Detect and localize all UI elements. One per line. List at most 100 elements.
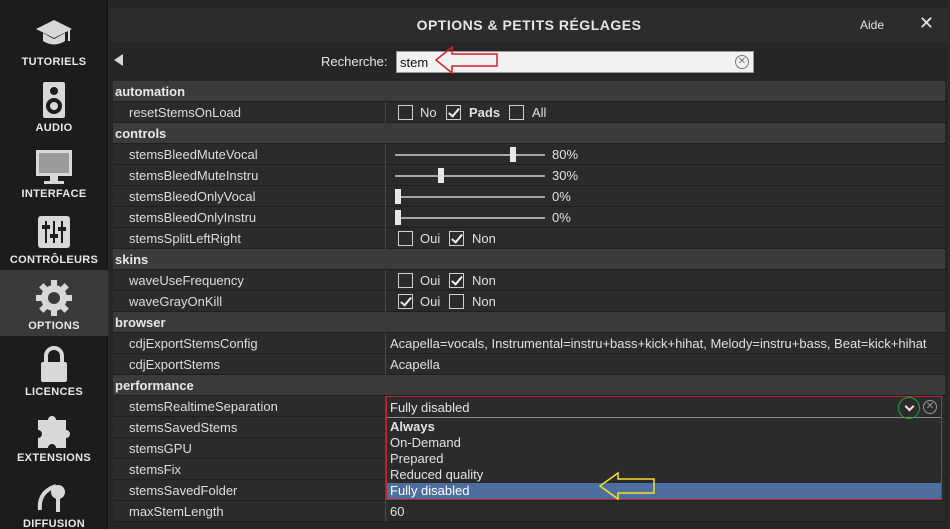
option-row-cdjExportStemsConfig: cdjExportStemsConfig Acapella=vocals, In… — [113, 333, 945, 354]
slider-track[interactable] — [395, 196, 545, 198]
option-row-stemsBleedMuteVocal: stemsBleedMuteVocal 80% — [113, 144, 945, 165]
page-title: OPTIONS & PETITS RÉGLAGES — [416, 17, 642, 33]
option-row-stemsSplitLeftRight: stemsSplitLeftRight Oui Non — [113, 228, 945, 249]
option-name: stemsRealtimeSeparation — [129, 399, 278, 414]
option-row-waveGrayOnKill: waveGrayOnKill Oui Non — [113, 291, 945, 312]
monitor-icon — [36, 150, 72, 184]
clear-search-icon[interactable]: ✕ — [735, 55, 749, 69]
checkbox-non[interactable] — [449, 294, 464, 309]
sidebar-item-extensions[interactable]: EXTENSIONS — [0, 402, 108, 468]
dropdown-option-on-demand[interactable]: On-Demand — [387, 435, 941, 451]
slider-thumb[interactable] — [395, 189, 401, 204]
checkbox-non[interactable] — [449, 273, 464, 288]
sidebar-item-label: AUDIO — [35, 122, 73, 134]
checkbox-label: Non — [472, 294, 496, 309]
section-header: browser — [113, 312, 945, 333]
option-row-cdjExportStems: cdjExportStems Acapella — [113, 354, 945, 375]
dropdown-selected-value: Fully disabled — [390, 400, 470, 415]
sidebar-item-audio[interactable]: AUDIO — [0, 72, 108, 138]
checkbox-label: Non — [472, 273, 496, 288]
checkbox-label: Oui — [420, 231, 441, 246]
checkbox-label: Non — [472, 231, 496, 246]
checkbox-oui[interactable] — [398, 231, 413, 246]
slider-track[interactable] — [395, 217, 545, 219]
sidebar: TUTORIELS AUDIO INTERFACE CONTRÔLEURS OP… — [0, 0, 108, 529]
option-row-stemsBleedOnlyVocal: stemsBleedOnlyVocal 0% — [113, 186, 945, 207]
sidebar-item-licences[interactable]: LICENCES — [0, 336, 108, 402]
slider-value: 0% — [552, 189, 571, 204]
option-row-stemsBleedMuteInstru: stemsBleedMuteInstru 30% — [113, 165, 945, 186]
dropdown-option-prepared[interactable]: Prepared — [387, 451, 941, 467]
option-name: stemsSavedFolder — [129, 483, 238, 498]
option-name: waveGrayOnKill — [129, 294, 223, 309]
checkbox-pads[interactable] — [446, 105, 461, 120]
section-header: automation — [113, 81, 945, 102]
sidebar-item-options[interactable]: OPTIONS — [0, 270, 108, 336]
section-header: performance — [113, 375, 945, 396]
option-row-stemsBleedOnlyInstru: stemsBleedOnlyInstru 0% — [113, 207, 945, 228]
option-row-waveUseFrequency: waveUseFrequency Oui Non — [113, 270, 945, 291]
checkbox-no[interactable] — [398, 105, 413, 120]
slider-value: 80% — [552, 147, 579, 162]
sidebar-item-label: TUTORIELS — [21, 56, 87, 68]
checkbox-label: Oui — [420, 294, 441, 309]
section-header: skins — [113, 249, 945, 270]
sidebar-item-label: INTERFACE — [21, 188, 87, 200]
chevron-down-icon[interactable] — [898, 397, 920, 419]
slider-thumb[interactable] — [510, 147, 517, 162]
option-name: stemsBleedMuteVocal — [129, 147, 258, 162]
section-header: controls — [113, 123, 945, 144]
dropdown-options: Always On-Demand Prepared Reduced qualit… — [387, 419, 941, 499]
option-row-resetStemsOnLoad: resetStemsOnLoad No Pads All — [113, 102, 945, 123]
dropdown-option-fully-disabled[interactable]: Fully disabled — [387, 483, 941, 499]
back-arrow-icon[interactable] — [114, 54, 123, 66]
dropdown-option-reduced-quality[interactable]: Reduced quality — [387, 467, 941, 483]
slider-thumb[interactable] — [395, 210, 401, 225]
text-value-field[interactable]: Acapella=vocals, Instrumental=instru+bas… — [389, 333, 945, 354]
checkbox-label: No — [420, 105, 437, 120]
close-icon[interactable]: ✕ — [919, 13, 934, 34]
option-name: stemsBleedOnlyVocal — [129, 189, 256, 204]
sidebar-item-label: DIFFUSION — [23, 518, 85, 529]
text-value-field[interactable]: Acapella — [389, 354, 945, 375]
checkbox-non[interactable] — [449, 231, 464, 246]
option-value: 60 — [390, 504, 405, 519]
sidebar-item-tutoriels[interactable]: TUTORIELS — [0, 6, 108, 72]
checkbox-oui[interactable] — [398, 273, 413, 288]
slider-track[interactable] — [395, 154, 545, 156]
option-name: stemsBleedMuteInstru — [129, 168, 259, 183]
red-annotation-arrow — [434, 45, 498, 75]
search-value: stem — [400, 55, 429, 70]
option-name: maxStemLength — [129, 504, 224, 519]
slider-track[interactable] — [395, 175, 545, 177]
sidebar-item-interface[interactable]: INTERFACE — [0, 138, 108, 204]
speaker-icon — [43, 82, 65, 118]
option-value: Acapella=vocals, Instrumental=instru+bas… — [390, 336, 927, 351]
sidebar-item-diffusion[interactable]: DIFFUSION — [0, 468, 108, 529]
option-name: stemsBleedOnlyInstru — [129, 210, 257, 225]
sidebar-item-controleurs[interactable]: CONTRÔLEURS — [0, 204, 108, 270]
option-name: stemsGPU — [129, 441, 192, 456]
option-name: waveUseFrequency — [129, 273, 244, 288]
sidebar-item-label: LICENCES — [24, 386, 84, 398]
slider-thumb[interactable] — [438, 168, 445, 183]
option-name: cdjExportStems — [129, 357, 221, 372]
gear-icon — [36, 280, 72, 316]
search-bar: Recherche: stem ✕ — [110, 44, 948, 80]
lock-icon — [41, 346, 67, 382]
help-link[interactable]: Aide — [860, 18, 884, 32]
search-label: Recherche: — [321, 54, 388, 69]
option-name: stemsSplitLeftRight — [129, 231, 241, 246]
clear-value-icon[interactable]: ✕ — [923, 400, 937, 414]
graduation-cap-icon — [36, 20, 72, 45]
dropdown-header[interactable]: Fully disabled ✕ — [387, 397, 941, 419]
text-value-field[interactable]: 60 — [389, 501, 945, 522]
broadcast-icon — [37, 484, 65, 512]
options-panel: OPTIONS & PETITS RÉGLAGES Aide ✕ Recherc… — [110, 0, 948, 529]
checkbox-oui[interactable] — [398, 294, 413, 309]
yellow-annotation-arrow — [598, 471, 655, 501]
checkbox-all[interactable] — [509, 105, 524, 120]
realtime-separation-dropdown[interactable]: Fully disabled ✕ Always On-Demand Prepar… — [386, 396, 942, 500]
slider-value: 30% — [552, 168, 579, 183]
dropdown-option-always[interactable]: Always — [387, 419, 941, 435]
